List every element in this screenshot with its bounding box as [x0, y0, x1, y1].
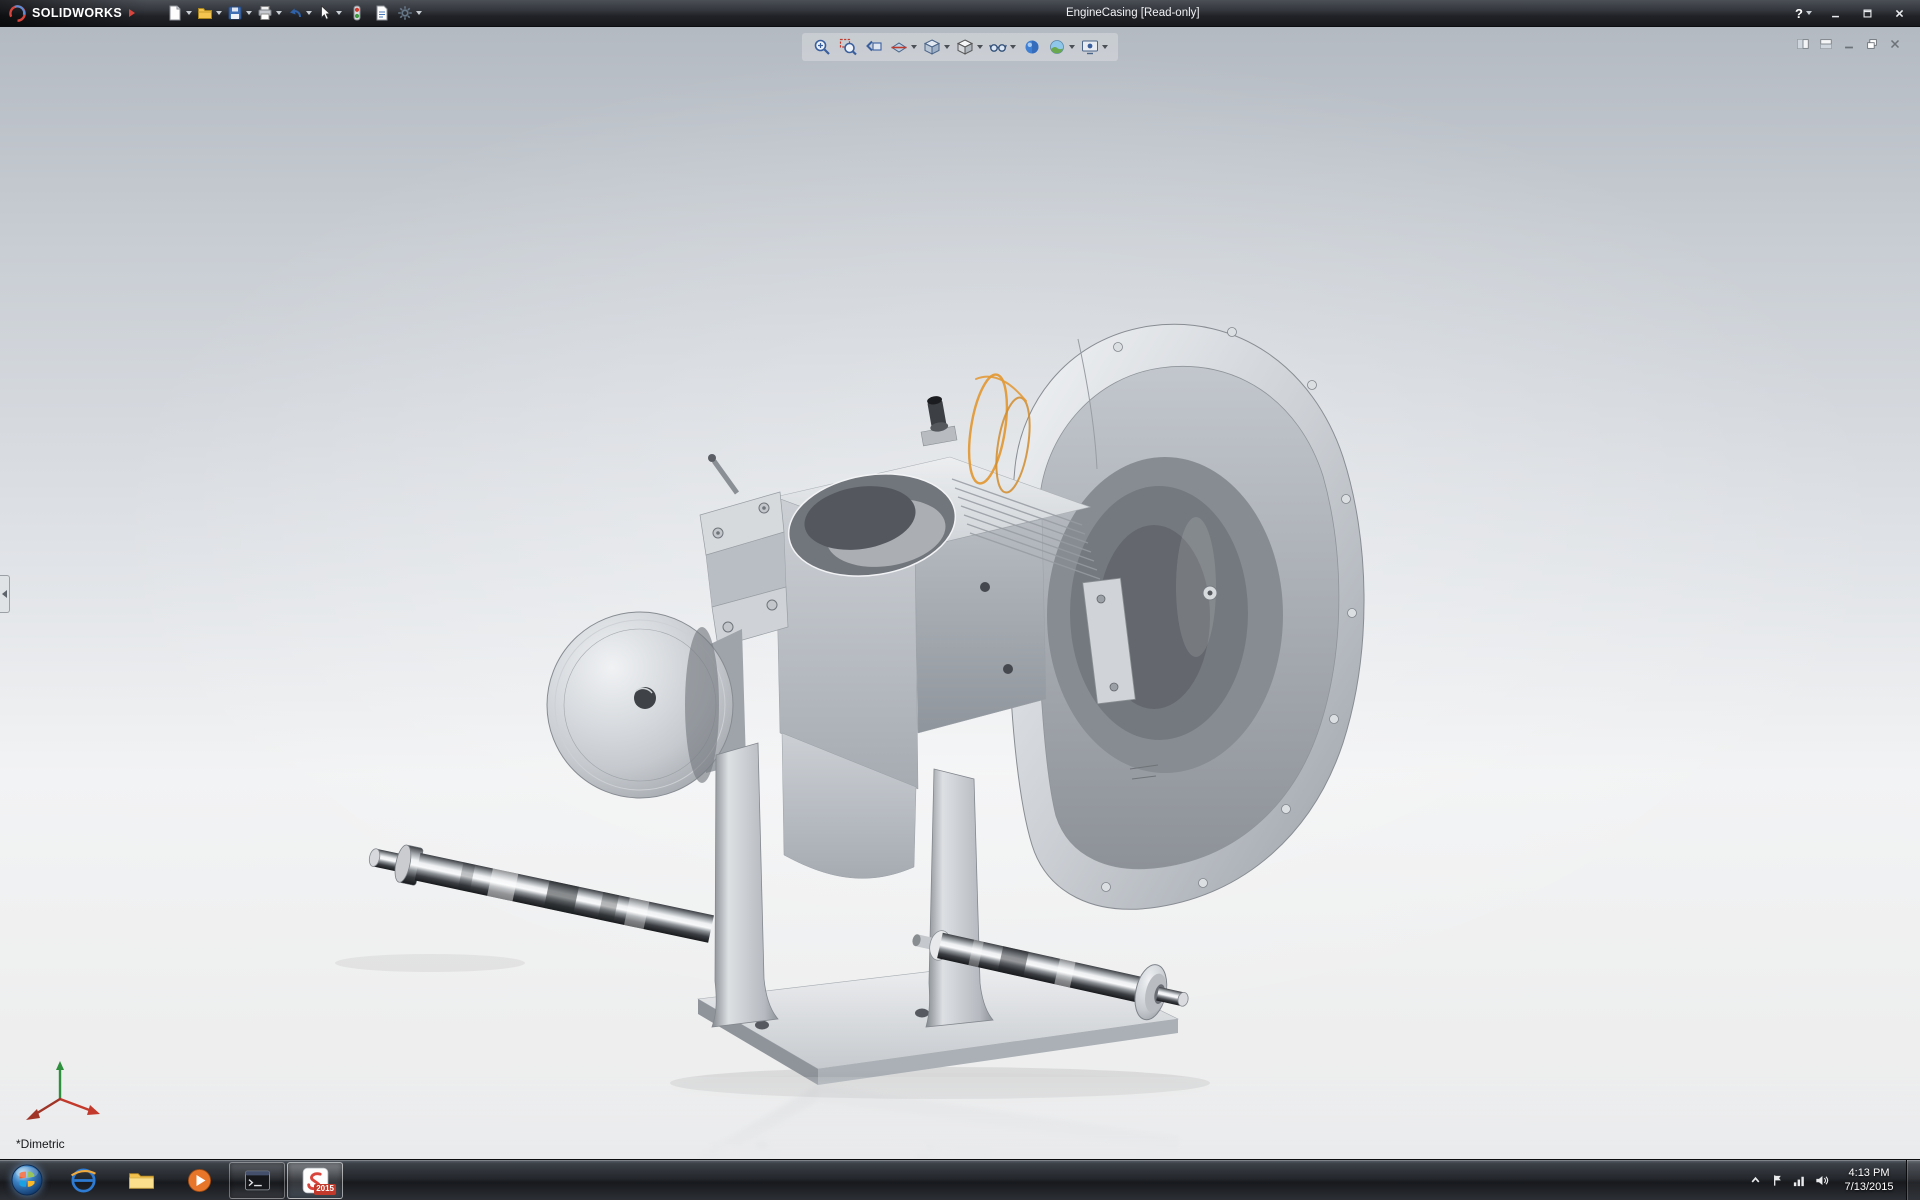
undo-dropdown-arrow[interactable] — [306, 11, 312, 15]
view-orientation-dropdown-arrow[interactable] — [944, 45, 950, 49]
doc-restore-button[interactable] — [1862, 35, 1881, 52]
hide-show-items-button[interactable] — [987, 35, 1018, 59]
taskbar-button-media-player[interactable] — [171, 1162, 227, 1199]
open-button[interactable] — [195, 2, 224, 24]
options-button[interactable] — [395, 2, 424, 24]
titlebar: SOLIDWORKS EngineCasing [Read-only] ? — [0, 0, 1920, 27]
select-dropdown-arrow[interactable] — [336, 11, 342, 15]
maximize-button[interactable] — [1852, 4, 1882, 23]
undo-button[interactable] — [285, 2, 314, 24]
taskbar-button-start[interactable] — [0, 1160, 54, 1200]
document-window-controls — [1793, 35, 1904, 52]
display-style-dropdown-arrow[interactable] — [977, 45, 983, 49]
close-button[interactable] — [1884, 4, 1914, 23]
titlebar-right: ? — [1791, 3, 1920, 23]
help-label: ? — [1795, 6, 1803, 21]
select-button[interactable] — [315, 2, 344, 24]
left-shaft — [366, 838, 715, 948]
hidden-icons-chevron-icon[interactable] — [1744, 1160, 1766, 1200]
doc-close-button[interactable] — [1885, 35, 1904, 52]
apply-scene-dropdown-arrow[interactable] — [1069, 45, 1075, 49]
new-document-button[interactable] — [165, 2, 194, 24]
window-title: EngineCasing [Read-only] — [1066, 7, 1200, 19]
engine-casing-model[interactable] — [0, 27, 1920, 1159]
taskbar-button-command-prompt[interactable] — [229, 1162, 285, 1199]
solidworks-logo-icon — [8, 4, 27, 23]
print-button[interactable] — [255, 2, 284, 24]
hide-show-items-dropdown-arrow[interactable] — [1010, 45, 1016, 49]
taskbar-badge: 2015 — [314, 1184, 336, 1194]
graphics-area[interactable]: *Dimetric — [0, 27, 1920, 1159]
pane-right-button[interactable] — [1816, 35, 1835, 52]
view-settings-button[interactable] — [1079, 35, 1110, 59]
taskbar-button-solidworks[interactable]: 2015 — [287, 1162, 343, 1199]
clock-time: 4:13 PM — [1836, 1166, 1902, 1180]
section-view-dropdown-arrow[interactable] — [911, 45, 917, 49]
window-controls — [1820, 4, 1914, 23]
solidworks-logo-text: SOLIDWORKS — [32, 6, 122, 20]
save-dropdown-arrow[interactable] — [246, 11, 252, 15]
new-document-dropdown-arrow[interactable] — [186, 11, 192, 15]
clock-date: 7/13/2015 — [1836, 1180, 1902, 1194]
save-button[interactable] — [225, 2, 254, 24]
view-settings-dropdown-arrow[interactable] — [1102, 45, 1108, 49]
reflection-fade — [0, 1077, 1920, 1159]
taskbar: 2015 4:13 PM 7/13/2015 — [0, 1159, 1920, 1200]
display-style-button[interactable] — [954, 35, 985, 59]
zoom-to-fit-button[interactable] — [810, 35, 834, 59]
open-dropdown-arrow[interactable] — [216, 11, 222, 15]
action-center-icon[interactable] — [1766, 1160, 1788, 1200]
titlebar-toolbar — [165, 2, 424, 24]
previous-view-button[interactable] — [862, 35, 886, 59]
taskbar-clock[interactable]: 4:13 PM 7/13/2015 — [1832, 1166, 1906, 1195]
print-dropdown-arrow[interactable] — [276, 11, 282, 15]
help-button[interactable]: ? — [1791, 3, 1816, 23]
view-orientation-button[interactable] — [921, 35, 952, 59]
casing-right-housing — [1008, 324, 1364, 909]
apply-scene-button[interactable] — [1046, 35, 1077, 59]
system-tray: 4:13 PM 7/13/2015 — [1744, 1160, 1920, 1200]
rebuild-button[interactable] — [345, 2, 369, 24]
orientation-triad — [12, 1057, 102, 1127]
taskbar-button-windows-explorer[interactable] — [113, 1162, 169, 1199]
desktop: SOLIDWORKS EngineCasing [Read-only] ? — [0, 0, 1920, 1200]
volume-icon[interactable] — [1810, 1160, 1832, 1200]
logo-chevron-icon — [129, 9, 135, 17]
section-view-button[interactable] — [888, 35, 919, 59]
filler-cap — [921, 395, 957, 446]
file-properties-button[interactable] — [370, 2, 394, 24]
network-icon[interactable] — [1788, 1160, 1810, 1200]
options-dropdown-arrow[interactable] — [416, 11, 422, 15]
taskbar-app-area: 2015 — [0, 1160, 344, 1200]
show-desktop-button[interactable] — [1906, 1160, 1920, 1200]
edit-appearance-button[interactable] — [1020, 35, 1044, 59]
tray-icon-area — [1744, 1160, 1832, 1200]
view-orientation-label: *Dimetric — [16, 1137, 65, 1151]
feature-manager-collapsed-tab[interactable] — [0, 575, 10, 613]
solidworks-logo: SOLIDWORKS — [0, 0, 147, 26]
zoom-to-area-button[interactable] — [836, 35, 860, 59]
heads-up-toolbar — [802, 33, 1118, 61]
help-dropdown-arrow[interactable] — [1806, 11, 1812, 15]
pane-left-button[interactable] — [1793, 35, 1812, 52]
minimize-button[interactable] — [1820, 4, 1850, 23]
mounting-plates — [700, 454, 788, 647]
taskbar-button-internet-explorer[interactable] — [55, 1162, 111, 1199]
doc-minimize-button[interactable] — [1839, 35, 1858, 52]
